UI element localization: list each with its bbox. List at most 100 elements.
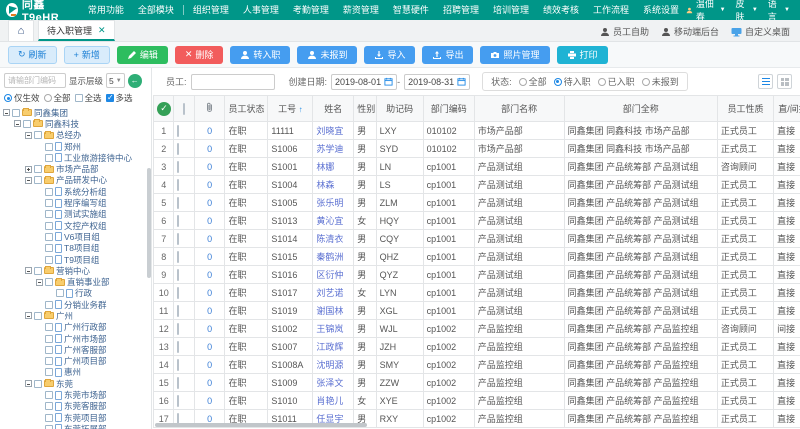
checkbox-icon[interactable] <box>177 269 179 281</box>
sidebar-option-仅生效[interactable]: 仅生效 <box>4 92 40 104</box>
tabbar-link-2[interactable]: 移动端后台 <box>661 25 719 38</box>
column-header-助记码[interactable]: 助记码 <box>376 96 423 122</box>
column-header-员工性质[interactable]: 员工性质 <box>717 96 773 122</box>
attachment-count[interactable]: 0 <box>194 122 225 140</box>
attachment-count[interactable]: 0 <box>194 338 225 356</box>
nav-item-4[interactable]: 人事管理 <box>236 0 286 20</box>
attachment-count[interactable]: 0 <box>194 302 225 320</box>
tree-node-分销业务群[interactable]: 分销业务群 <box>3 299 151 310</box>
转入职-button[interactable]: 转入职 <box>230 46 290 64</box>
checkbox-icon[interactable] <box>23 120 31 128</box>
checkbox-icon[interactable] <box>34 380 42 388</box>
nav-item-6[interactable]: 薪资管理 <box>336 0 386 20</box>
tree-node-系统分析组[interactable]: 系统分析组 <box>3 186 151 197</box>
checkbox-icon[interactable] <box>56 289 64 297</box>
tree-node-T8项目组[interactable]: T8项目组 <box>3 243 151 254</box>
tree-node-市场产品部[interactable]: 市场产品部 <box>3 163 151 174</box>
checkbox-icon[interactable] <box>34 267 42 275</box>
tree-node-行政[interactable]: 行政 <box>3 288 151 299</box>
table-row[interactable]: 90在职S1016区衍仲男QYZcp1001产品测试组同鑫集团 产品统筹部 产品… <box>154 266 800 284</box>
nav-item-9[interactable]: 培训管理 <box>486 0 536 20</box>
attachment-count[interactable]: 0 <box>194 212 225 230</box>
tree-node-工业旅游接待中心[interactable]: 工业旅游接待中心 <box>3 152 151 163</box>
checkbox-icon[interactable] <box>45 391 53 399</box>
attachment-count[interactable]: 0 <box>194 140 225 158</box>
column-header-部门编码[interactable]: 部门编码 <box>423 96 474 122</box>
tree-node-测试实施组[interactable]: 测试实施组 <box>3 209 151 220</box>
nav-item-5[interactable]: 考勤管理 <box>286 0 336 20</box>
cell-name-link[interactable]: 肖艳儿 <box>313 392 354 410</box>
nav-item-11[interactable]: 工作流程 <box>586 0 636 20</box>
nav-item-12[interactable]: 系统设置 <box>636 0 686 20</box>
tree-node-广州[interactable]: 广州 <box>3 310 151 321</box>
checkbox-icon[interactable] <box>45 256 53 264</box>
table-row[interactable]: 80在职S1015秦鹤洲男QHZcp1001产品测试组同鑫集团 产品统筹部 产品… <box>154 248 800 266</box>
collapse-icon[interactable] <box>25 177 32 184</box>
checkbox-icon[interactable] <box>177 161 179 173</box>
table-row[interactable]: 160在职S1010肖艳儿女XYEcp1002产品监控组同鑫集团 产品统筹部 产… <box>154 392 800 410</box>
collapse-sidebar-button[interactable]: ← <box>128 74 142 88</box>
close-icon[interactable]: ✕ <box>98 25 106 36</box>
column-header-工号[interactable]: 工号 ↑ <box>268 96 313 122</box>
checkbox-icon[interactable] <box>45 414 53 422</box>
cell-name-link[interactable]: 林森 <box>313 176 354 194</box>
checkbox-icon[interactable] <box>45 323 53 331</box>
tree-node-东莞拓展部[interactable]: 东莞拓展部 <box>3 423 151 429</box>
tree-node-程序编写组[interactable]: 程序编写组 <box>3 197 151 208</box>
checkbox-icon[interactable] <box>45 154 53 162</box>
table-row[interactable]: 100在职S1017刘艺诺女LYNcp1001产品测试组同鑫集团 产品统筹部 产… <box>154 284 800 302</box>
attachment-count[interactable]: 0 <box>194 266 225 284</box>
nav-item-7[interactable]: 智慧硬件 <box>386 0 436 20</box>
checkbox-icon[interactable] <box>177 323 179 335</box>
collapse-icon[interactable] <box>14 120 21 127</box>
cell-name-link[interactable]: 江政辉 <box>313 338 354 356</box>
tree-node-总经办[interactable]: 总经办 <box>3 130 151 141</box>
attachment-count[interactable]: 0 <box>194 320 225 338</box>
checkbox-icon[interactable] <box>45 425 53 429</box>
checkbox-icon[interactable] <box>45 368 53 376</box>
打印-button[interactable]: 打印 <box>557 46 608 64</box>
table-row[interactable]: 110在职S1019谢国林男XGLcp1001产品测试组同鑫集团 产品统筹部 产… <box>154 302 800 320</box>
tree-node-V6项目组[interactable]: V6项目组 <box>3 231 151 242</box>
column-header-部门全称[interactable]: 部门全称 <box>564 96 717 122</box>
horizontal-scrollbar[interactable] <box>155 423 367 427</box>
collapse-icon[interactable] <box>3 109 10 116</box>
checkbox-icon[interactable] <box>177 179 179 191</box>
home-tab[interactable]: ⌂ <box>8 20 34 41</box>
新增-button[interactable]: +新增 <box>64 46 110 64</box>
checkbox-icon[interactable] <box>45 210 53 218</box>
expand-icon[interactable] <box>25 166 32 173</box>
status-radio-未报到[interactable]: 未报到 <box>642 75 679 88</box>
checkbox-icon[interactable] <box>177 341 179 353</box>
checkbox-icon[interactable] <box>34 165 42 173</box>
checkbox-icon[interactable] <box>34 176 42 184</box>
level-select[interactable]: 5 ▼ <box>106 73 125 88</box>
checkbox-icon[interactable] <box>45 301 53 309</box>
date-from-input[interactable]: 2019-08-01 <box>331 74 397 90</box>
cell-name-link[interactable]: 王锦岚 <box>313 320 354 338</box>
date-to-input[interactable]: 2019-08-31 <box>404 74 470 90</box>
table-row[interactable]: 120在职S1002王锦岚男WJLcp1002产品监控组同鑫集团 产品统筹部 产… <box>154 320 800 338</box>
checkbox-icon[interactable] <box>45 233 53 241</box>
checkbox-icon[interactable] <box>177 125 179 137</box>
checkbox-icon[interactable] <box>177 395 179 407</box>
checkbox-icon[interactable] <box>45 188 53 196</box>
checkbox-icon[interactable] <box>12 109 20 117</box>
collapse-icon[interactable] <box>25 132 32 139</box>
checkbox-icon[interactable] <box>45 199 53 207</box>
checkbox-icon[interactable] <box>177 251 179 263</box>
checkbox-icon[interactable] <box>177 287 179 299</box>
照片管理-button[interactable]: 照片管理 <box>480 46 549 64</box>
tree-node-广州行政部[interactable]: 广州行政部 <box>3 322 151 333</box>
table-row[interactable]: 60在职S1013黄沁宜女HQYcp1001产品测试组同鑫集团 产品统筹部 产品… <box>154 212 800 230</box>
collapse-icon[interactable] <box>25 267 32 274</box>
checkbox-icon[interactable] <box>183 103 185 115</box>
sidebar-option-全选[interactable]: 全选 <box>75 92 102 104</box>
attachment-count[interactable]: 0 <box>194 194 225 212</box>
tree-node-东莞市场部[interactable]: 东莞市场部 <box>3 389 151 400</box>
checkbox-icon[interactable] <box>34 312 42 320</box>
cell-name-link[interactable]: 谢国林 <box>313 302 354 320</box>
cell-name-link[interactable]: 刘晓宜 <box>313 122 354 140</box>
grid-view-button[interactable] <box>777 74 792 89</box>
checkbox-icon[interactable] <box>177 143 179 155</box>
